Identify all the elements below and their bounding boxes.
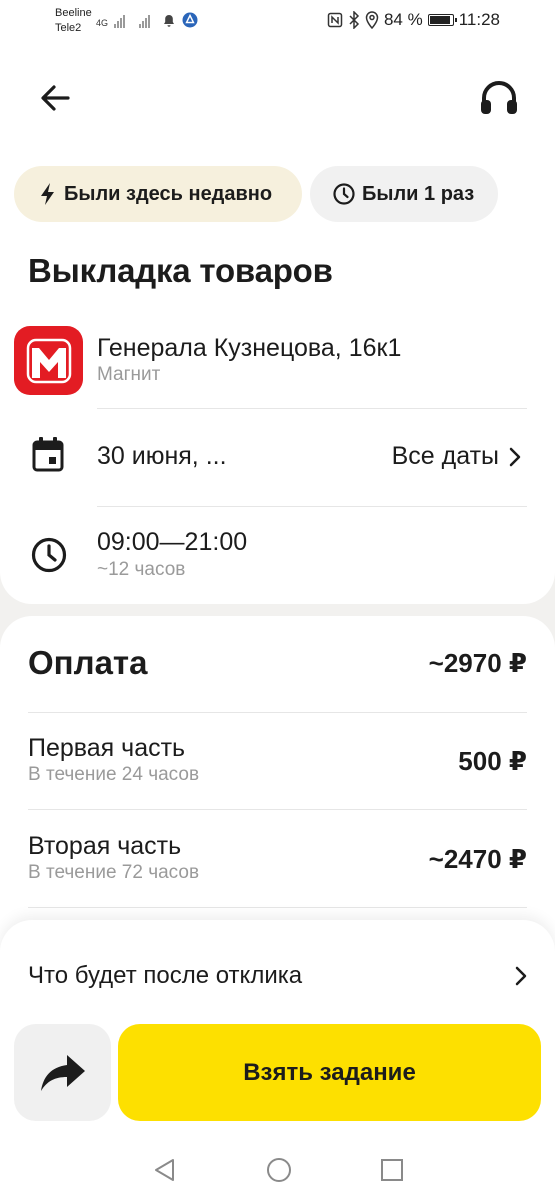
chip-visits-label: Были 1 раз bbox=[362, 182, 475, 205]
chip-recent-label: Были здесь недавно bbox=[64, 182, 273, 205]
location-icon bbox=[365, 11, 379, 29]
nav-back-icon[interactable] bbox=[152, 1157, 178, 1183]
payment-part-label: Первая часть bbox=[28, 734, 186, 762]
task-time-range: 09:00—21:00 bbox=[97, 528, 248, 556]
clock-icon bbox=[31, 537, 67, 573]
nav-home-icon[interactable] bbox=[266, 1157, 292, 1183]
battery-percent: 84 % bbox=[383, 10, 423, 29]
divider bbox=[97, 408, 527, 409]
headset-icon bbox=[481, 81, 517, 114]
nav-recents-icon[interactable] bbox=[380, 1158, 404, 1182]
magnit-logo bbox=[14, 326, 83, 395]
task-date: 30 июня, ... bbox=[97, 442, 227, 470]
all-dates-link[interactable]: Все даты bbox=[392, 442, 521, 471]
page-title: Выкладка товаров bbox=[28, 252, 333, 289]
network-icons: 4G bbox=[96, 12, 198, 28]
divider bbox=[28, 809, 527, 810]
carriers: Beeline Tele2 bbox=[55, 6, 92, 36]
share-arrow-icon bbox=[40, 1054, 85, 1091]
clock-icon bbox=[333, 183, 355, 205]
status-bar: Beeline Tele2 4G 84 % 11:28 bbox=[0, 0, 555, 40]
network-type: 4G bbox=[96, 18, 109, 28]
battery-fill bbox=[429, 16, 450, 24]
all-dates-label: Все даты bbox=[391, 442, 499, 470]
payment-part-deadline: В течение 72 часов bbox=[28, 862, 200, 883]
store-address: Генерала Кузнецова, 16к1 bbox=[97, 334, 402, 362]
task-card: Были здесь недавно Были 1 раз Выкладка т… bbox=[0, 40, 555, 604]
take-task-label: Взять задание bbox=[243, 1058, 416, 1086]
payment-part-amount: 500 ₽ bbox=[458, 746, 527, 776]
clock: 11:28 bbox=[458, 10, 500, 29]
chip-visits-count: Были 1 раз bbox=[310, 166, 498, 222]
after-response-label: Что будет после отклика bbox=[28, 962, 303, 989]
take-task-button[interactable]: Взять задание bbox=[118, 1024, 541, 1121]
carrier-2: Tele2 bbox=[55, 22, 82, 34]
store-name: Магнит bbox=[97, 364, 161, 385]
divider bbox=[28, 907, 527, 908]
back-button[interactable] bbox=[36, 78, 76, 118]
bell-icon bbox=[164, 15, 175, 27]
nfc-icon bbox=[327, 12, 343, 28]
divider bbox=[28, 712, 527, 713]
divider bbox=[97, 506, 527, 507]
magnit-logo-icon bbox=[26, 338, 71, 383]
lightning-icon bbox=[41, 183, 54, 205]
chevron-right-icon bbox=[509, 447, 521, 466]
signal-icon-2 bbox=[139, 14, 151, 28]
chevron-right-icon bbox=[515, 966, 527, 986]
share-button[interactable] bbox=[14, 1024, 111, 1121]
carrier-1: Beeline bbox=[55, 7, 92, 19]
chip-recently-visited: Были здесь недавно bbox=[14, 166, 302, 222]
calendar-icon bbox=[32, 437, 64, 472]
payment-total: ~2970 ₽ bbox=[428, 648, 527, 678]
payment-part-label: Вторая часть bbox=[28, 832, 182, 860]
arrow-left-icon bbox=[41, 85, 70, 111]
payment-part-amount: ~2470 ₽ bbox=[428, 844, 527, 874]
payment-title: Оплата bbox=[28, 644, 148, 681]
payment-part-deadline: В течение 24 часов bbox=[28, 764, 200, 785]
support-button[interactable] bbox=[476, 76, 522, 122]
system-nav-bar bbox=[0, 1140, 555, 1200]
app-notification-icon bbox=[182, 12, 198, 28]
after-response-row[interactable]: Что будет после отклика bbox=[28, 956, 527, 996]
signal-icon bbox=[114, 14, 126, 28]
battery-icon bbox=[427, 14, 457, 26]
task-duration: ~12 часов bbox=[97, 559, 186, 580]
bluetooth-icon bbox=[349, 11, 360, 29]
status-right: 84 % 11:28 bbox=[327, 10, 500, 30]
